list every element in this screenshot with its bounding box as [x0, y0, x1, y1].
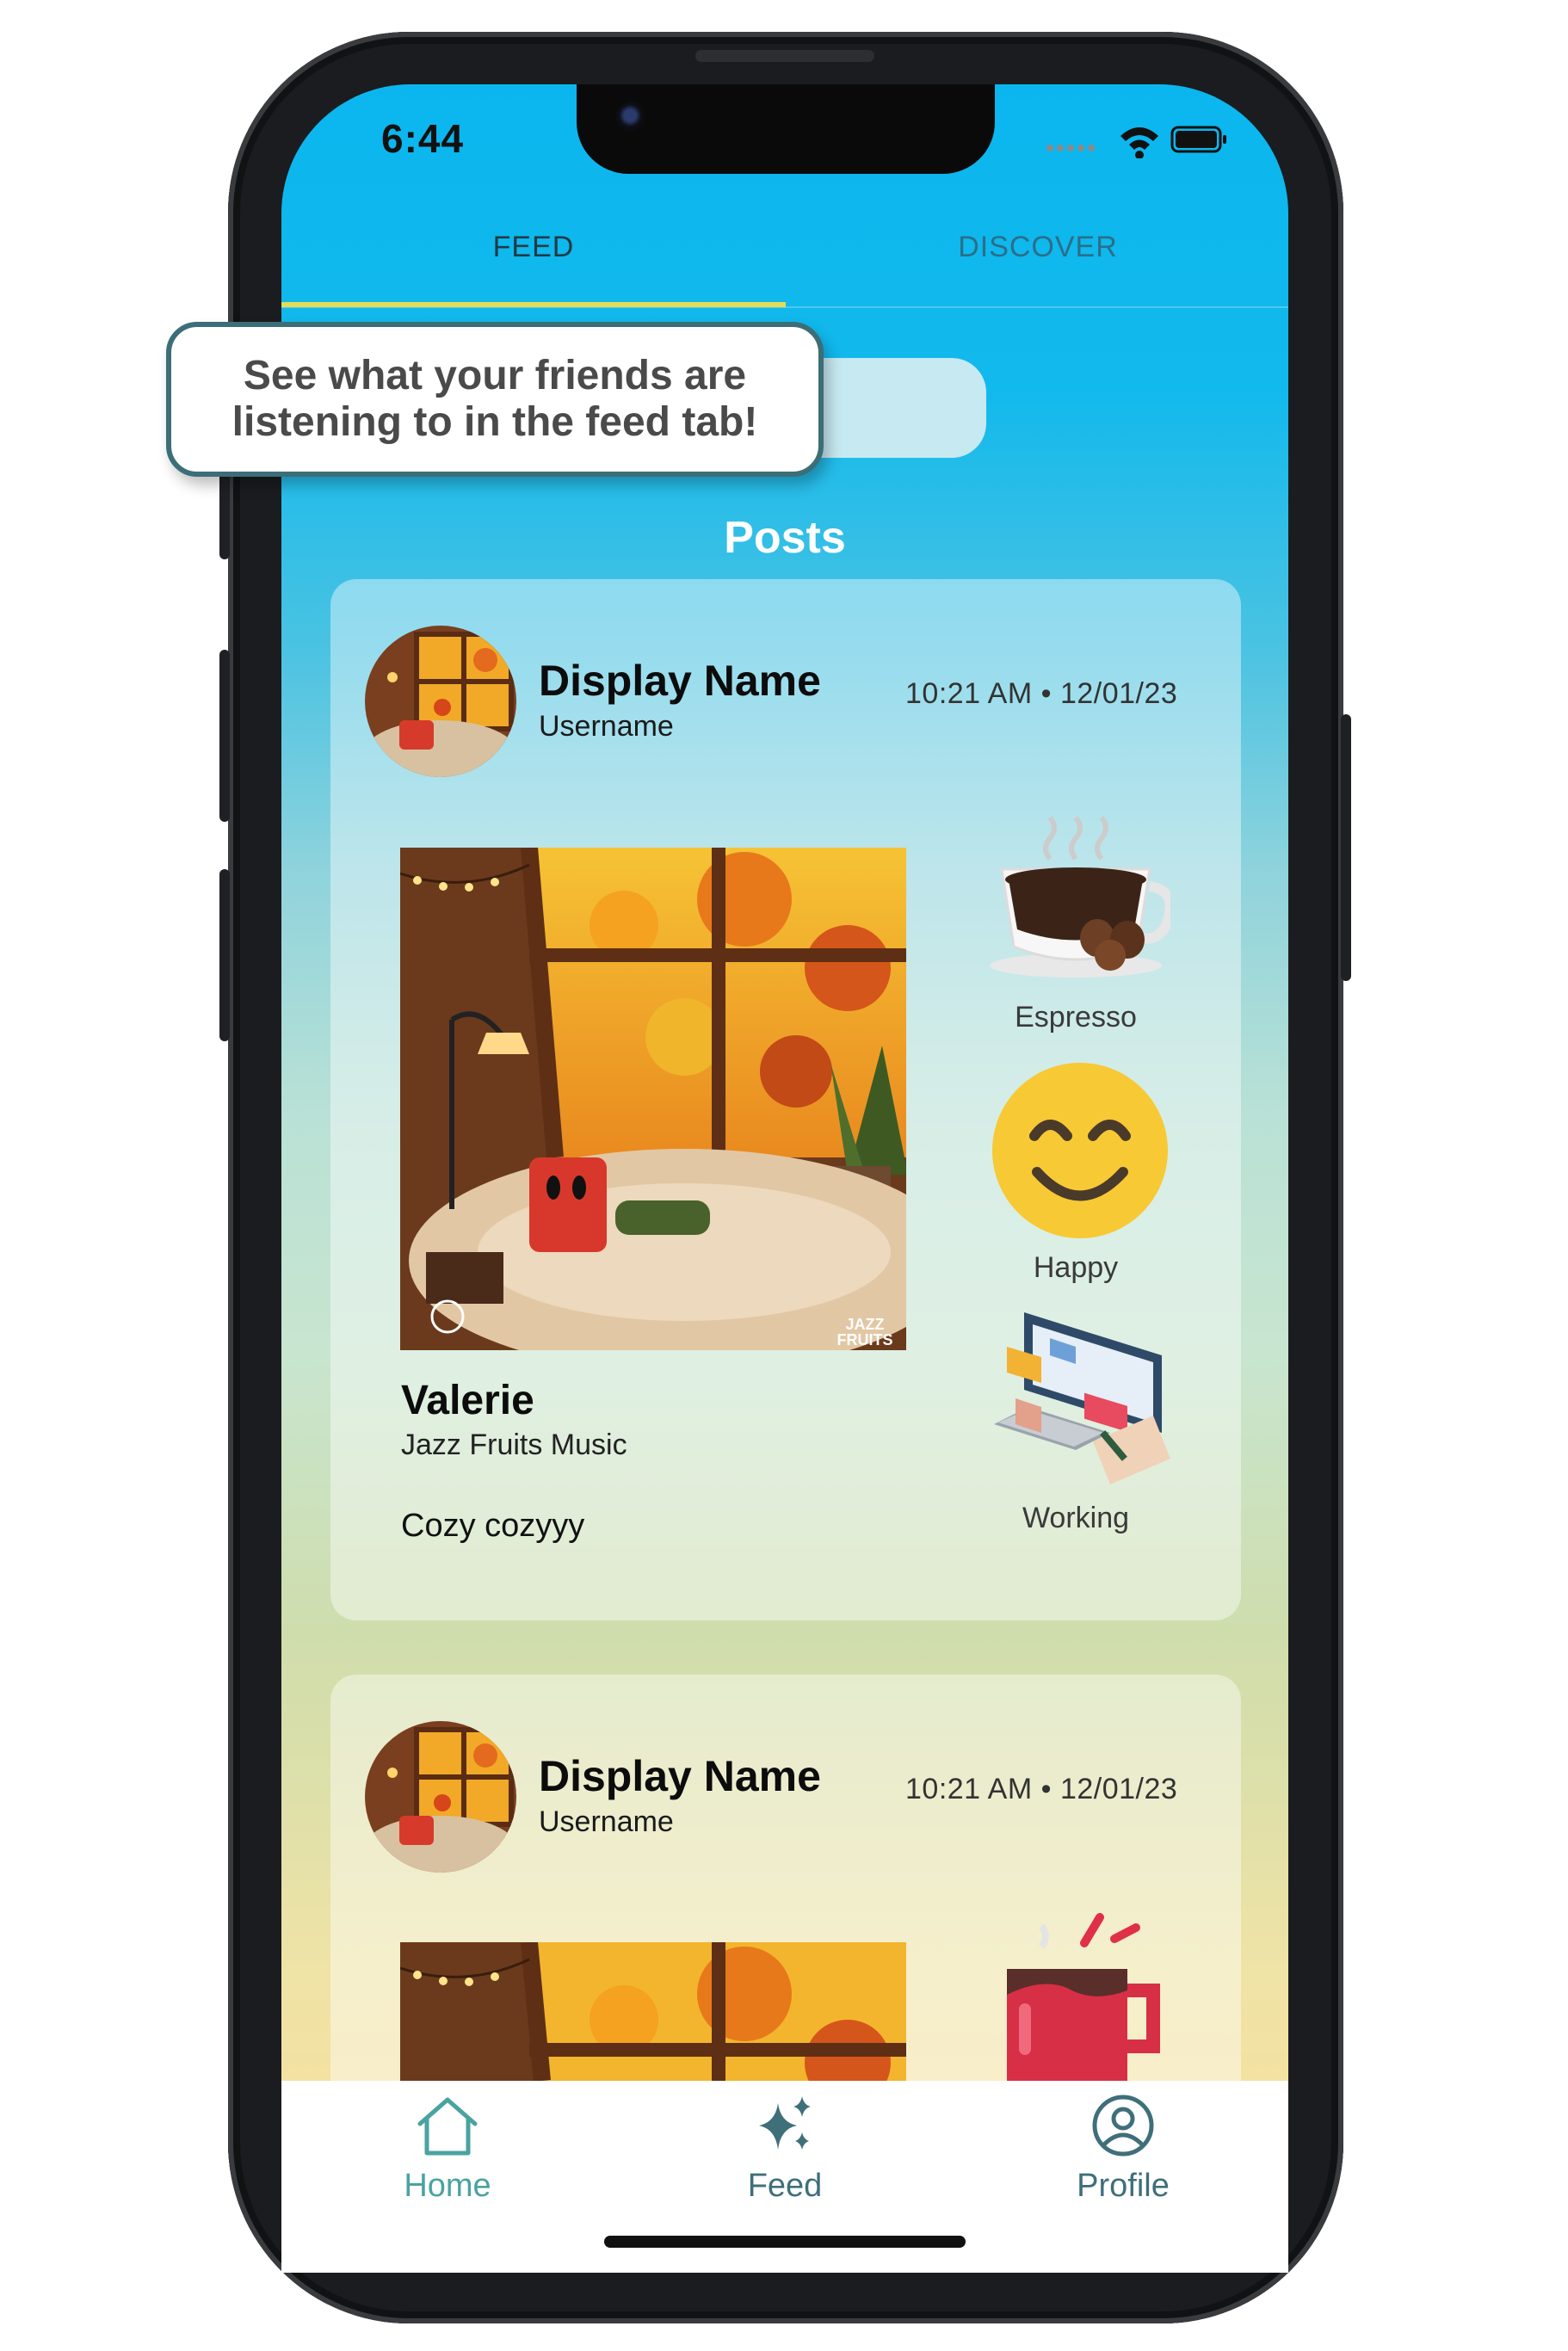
home-icon	[417, 2097, 478, 2156]
volume-up-button	[219, 650, 230, 822]
computer-desk-icon	[990, 1312, 1170, 1497]
display-name[interactable]: Display Name	[539, 1751, 821, 1801]
tooltip-text: See what your friends are listening to i…	[231, 353, 758, 445]
signal-icon	[1046, 145, 1095, 151]
posts-heading: Posts	[724, 513, 846, 563]
username[interactable]: Username	[539, 710, 674, 744]
wifi-icon	[1120, 127, 1158, 159]
power-button	[1341, 714, 1351, 981]
smiling-face-icon	[990, 1060, 1170, 1245]
nav-profile-label: Profile	[1077, 2168, 1170, 2204]
tab-discover[interactable]: DISCOVER	[786, 231, 1290, 264]
front-camera	[616, 102, 647, 133]
avatar[interactable]	[365, 626, 516, 777]
nav-home[interactable]: Home	[353, 2093, 542, 2205]
volume-down-button	[219, 869, 230, 1041]
display-name[interactable]: Display Name	[539, 656, 821, 706]
profile-icon	[1092, 2095, 1154, 2157]
tab-active-indicator	[281, 302, 786, 307]
sparkles-icon	[759, 2096, 811, 2150]
battery-icon	[1170, 126, 1226, 153]
nav-home-label: Home	[404, 2168, 491, 2204]
album-art[interactable]: JAZZ FRUITS	[400, 848, 906, 1350]
mood-label: Working	[1022, 1502, 1130, 1534]
avatar[interactable]	[365, 1721, 516, 1873]
mute-switch	[219, 465, 230, 559]
album-badge-label: JAZZ	[846, 1316, 885, 1333]
espresso-cup-icon	[990, 809, 1176, 994]
earpiece-speaker	[695, 50, 874, 62]
post-timestamp: 10:21 AM • 12/01/23	[905, 1773, 1178, 1805]
username[interactable]: Username	[539, 1805, 674, 1839]
status-time: 6:44	[381, 116, 465, 161]
artist-name[interactable]: Jazz Fruits Music	[401, 1428, 627, 1462]
post-caption: Cozy cozyyy	[401, 1508, 585, 1544]
nav-feed-label: Feed	[747, 2168, 823, 2204]
tab-feed[interactable]: FEED	[281, 231, 786, 264]
song-title[interactable]: Valerie	[401, 1377, 534, 1424]
mood-label: Happy	[1033, 1251, 1119, 1284]
status-icons	[1041, 120, 1231, 159]
onboarding-tooltip: See what your friends are listening to i…	[166, 322, 824, 477]
svg-text:FRUITS: FRUITS	[837, 1331, 893, 1348]
nav-profile[interactable]: Profile	[1028, 2093, 1218, 2205]
album-art[interactable]	[400, 1942, 906, 2081]
mood-label: Espresso	[1015, 1001, 1137, 1034]
home-indicator[interactable]	[604, 2236, 966, 2248]
red-mug-icon	[990, 1909, 1170, 2085]
nav-feed[interactable]: Feed	[690, 2093, 880, 2205]
post-timestamp: 10:21 AM • 12/01/23	[905, 677, 1178, 710]
